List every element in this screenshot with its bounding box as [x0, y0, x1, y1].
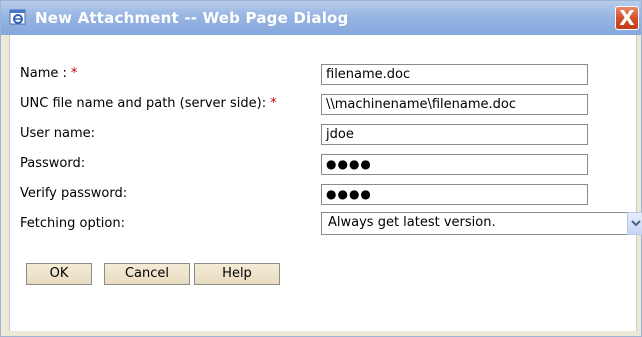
verify-password-label: Verify password: — [20, 186, 128, 201]
fetching-option-select[interactable]: Always get latest version. — [321, 212, 642, 235]
password-field[interactable]: ●●●● — [321, 154, 588, 175]
username-label: User name: — [20, 126, 96, 141]
ie-dialog-icon — [9, 9, 26, 25]
cancel-button[interactable]: Cancel — [104, 263, 190, 285]
fetching-option-value: Always get latest version. — [328, 215, 496, 230]
unc-path-label: UNC file name and path (server side): * — [20, 96, 277, 111]
close-button[interactable]: X — [615, 6, 639, 30]
help-button[interactable]: Help — [194, 263, 280, 285]
name-field[interactable]: filename.doc — [321, 64, 588, 85]
required-marker: * — [70, 66, 78, 81]
verify-password-field[interactable]: ●●●● — [321, 184, 588, 205]
unc-path-field[interactable]: \\machinename\filename.doc — [321, 94, 588, 115]
ok-button[interactable]: OK — [26, 263, 92, 285]
name-label: Name : * — [20, 66, 78, 81]
close-icon: X — [619, 6, 635, 30]
password-label: Password: — [20, 156, 86, 171]
dialog-body: Name : * filename.doc UNC file name and p… — [9, 35, 642, 331]
title-bar[interactable]: New Attachment -- Web Page Dialog X — [1, 1, 641, 35]
chevron-down-icon — [631, 220, 641, 227]
dropdown-button[interactable] — [627, 212, 642, 235]
dialog-window: New Attachment -- Web Page Dialog X Name… — [0, 0, 642, 337]
username-field[interactable]: jdoe — [321, 124, 588, 145]
fetching-option-label: Fetching option: — [20, 216, 125, 231]
window-title: New Attachment -- Web Page Dialog — [35, 9, 349, 27]
required-marker: * — [270, 96, 277, 111]
